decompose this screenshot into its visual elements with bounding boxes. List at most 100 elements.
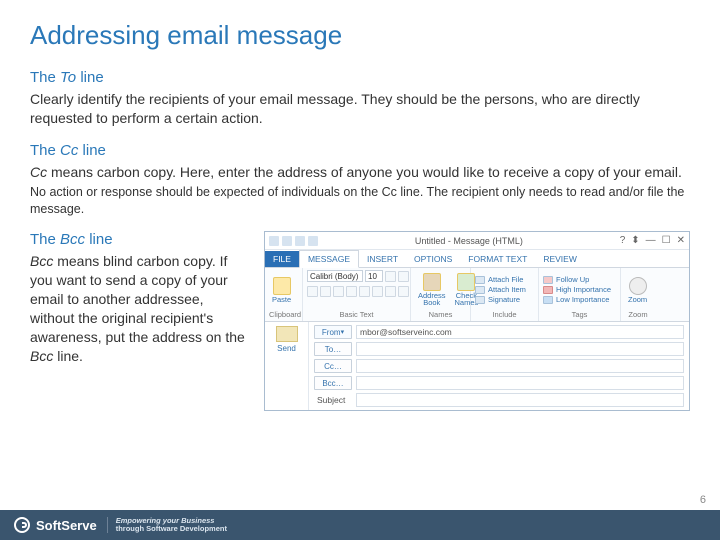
cc-body2-it: Cc [382, 185, 397, 199]
group-zoom: Zoom [625, 309, 651, 319]
bcc-button[interactable]: Bcc… [314, 376, 352, 390]
undo-icon[interactable] [295, 236, 305, 246]
attach-file-button[interactable]: Attach File [475, 275, 526, 284]
tagline: Empowering your Business through Softwar… [107, 517, 227, 534]
follow-up-label: Follow Up [556, 275, 589, 284]
send-button[interactable]: Send [277, 344, 296, 353]
attach-item-label: Attach Item [488, 285, 526, 294]
ribbon: Paste Clipboard Calibri (Body) 10 [265, 268, 689, 322]
bullets-icon[interactable] [372, 286, 383, 297]
tab-review[interactable]: REVIEW [535, 251, 585, 267]
from-button-label: From [322, 328, 341, 337]
bcc-heading-pre: The [30, 231, 60, 248]
bcc-body-mid: means blind carbon copy. If you want to … [30, 253, 245, 345]
tab-file[interactable]: FILE [265, 251, 299, 267]
cc-field[interactable] [356, 359, 684, 373]
slide-title: Addressing email message [30, 20, 690, 51]
to-field[interactable] [356, 342, 684, 356]
paperclip-icon [475, 276, 485, 284]
group-clipboard: Clipboard [269, 309, 298, 319]
numbering-icon[interactable] [385, 286, 396, 297]
send-icon [276, 326, 298, 342]
softserve-icon [14, 517, 30, 533]
to-heading-it: To [60, 69, 76, 86]
close-icon[interactable]: ✕ [677, 235, 685, 246]
minimize-icon[interactable]: — [646, 235, 656, 246]
cc-body-2: No action or response should be expected… [30, 184, 690, 218]
font-size-select[interactable]: 10 [365, 270, 383, 282]
address-book-label: Address Book [418, 292, 446, 307]
underline-icon[interactable] [333, 286, 344, 297]
italic-icon[interactable] [320, 286, 331, 297]
group-basic-text: Basic Text [307, 309, 406, 319]
cc-heading-it: Cc [60, 142, 78, 159]
cc-button[interactable]: Cc… [314, 359, 352, 373]
address-book-button[interactable]: Address Book [415, 271, 449, 309]
font-name-select[interactable]: Calibri (Body) [307, 270, 363, 282]
maximize-icon[interactable]: ☐ [662, 235, 671, 246]
tagline-2: through Software Development [116, 524, 227, 533]
signature-button[interactable]: Signature [475, 295, 526, 304]
from-button[interactable]: From ▾ [314, 325, 352, 339]
attach-item-button[interactable]: Attach Item [475, 285, 526, 294]
brand-logo: SoftServe Empowering your Business throu… [14, 517, 227, 534]
high-importance-label: High Importance [556, 285, 611, 294]
cc-body1-it: Cc [30, 164, 47, 180]
footer: SoftServe Empowering your Business throu… [0, 510, 720, 540]
grow-font-icon[interactable] [385, 271, 396, 282]
to-button[interactable]: To… [314, 342, 352, 356]
from-field[interactable]: mbor@softserveinc.com [356, 325, 684, 339]
to-body: Clearly identify the recipients of your … [30, 90, 690, 128]
to-heading-post: line [76, 69, 104, 86]
paste-label: Paste [272, 296, 291, 304]
tab-insert[interactable]: INSERT [359, 251, 406, 267]
flag-icon [543, 276, 553, 284]
cc-heading-pre: The [30, 142, 60, 159]
follow-up-button[interactable]: Follow Up [543, 275, 611, 284]
bcc-body-it2: Bcc [30, 348, 53, 364]
tab-options[interactable]: OPTIONS [406, 251, 460, 267]
zoom-icon [629, 277, 647, 295]
bold-icon[interactable] [307, 286, 318, 297]
low-importance-button[interactable]: Low Importance [543, 295, 611, 304]
high-importance-button[interactable]: High Importance [543, 285, 611, 294]
font-color-icon[interactable] [359, 286, 370, 297]
zoom-button[interactable]: Zoom [625, 275, 650, 306]
indent-icon[interactable] [398, 286, 409, 297]
window-title: Untitled - Message (HTML) [415, 236, 523, 246]
cc-heading-post: line [78, 142, 106, 159]
cc-body-1: Cc means carbon copy. Here, enter the ad… [30, 163, 690, 182]
cc-body1-text: means carbon copy. Here, enter the addre… [47, 164, 682, 180]
low-importance-label: Low Importance [556, 295, 609, 304]
page-number: 6 [700, 494, 706, 506]
bcc-body-end: line. [53, 348, 83, 364]
bcc-heading-it: Bcc [60, 231, 85, 248]
paste-button[interactable]: Paste [269, 275, 294, 306]
tab-format-text[interactable]: FORMAT TEXT [460, 251, 535, 267]
group-include: Include [475, 309, 534, 319]
tab-message[interactable]: MESSAGE [299, 250, 359, 268]
bcc-body-it1: Bcc [30, 253, 53, 269]
shrink-font-icon[interactable] [398, 271, 409, 282]
qat-icon[interactable] [269, 236, 279, 246]
outlook-window: Untitled - Message (HTML) ? ⬍ — ☐ ✕ FILE… [264, 231, 690, 411]
bcc-field[interactable] [356, 376, 684, 390]
bcc-heading: The Bcc line [30, 231, 250, 248]
subject-field[interactable] [356, 393, 684, 407]
chevron-down-icon: ▾ [341, 328, 345, 336]
brand-name: SoftServe [36, 518, 97, 533]
save-icon[interactable] [282, 236, 292, 246]
attach-file-label: Attach File [488, 275, 523, 284]
exclamation-icon [543, 286, 553, 294]
address-book-icon [423, 273, 441, 291]
help-icon[interactable]: ? [620, 235, 626, 246]
subject-label: Subject [314, 395, 352, 405]
ribbon-options-icon[interactable]: ⬍ [631, 235, 639, 246]
redo-icon[interactable] [308, 236, 318, 246]
cc-body2-pre: No action or response should be expected… [30, 185, 382, 199]
compose-area: Send From ▾ mbor@softserveinc.com To… Cc… [265, 322, 689, 410]
outlook-titlebar: Untitled - Message (HTML) ? ⬍ — ☐ ✕ [265, 232, 689, 250]
to-heading-pre: The [30, 69, 60, 86]
signature-icon [475, 296, 485, 304]
highlight-icon[interactable] [346, 286, 357, 297]
